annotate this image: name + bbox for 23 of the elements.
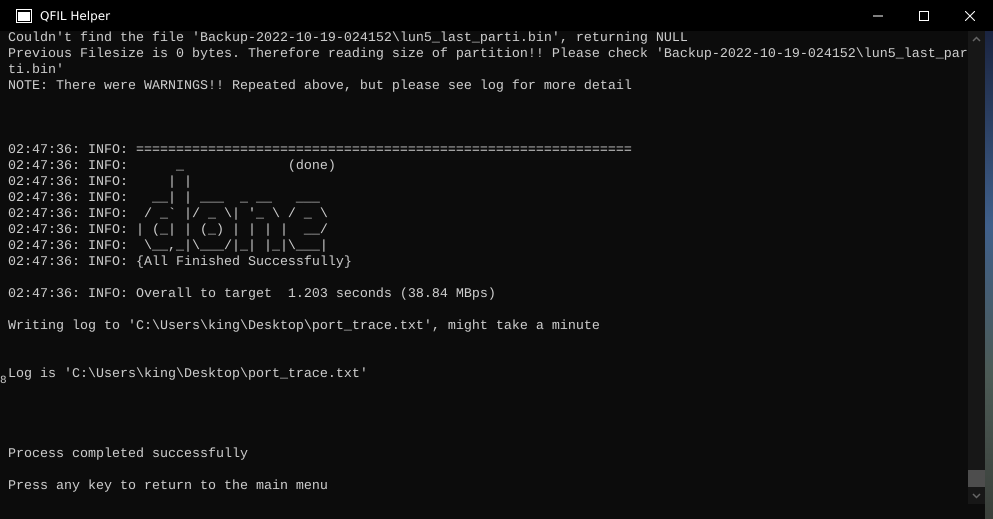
console-line: 02:47:36: INFO: | (_| | (_) | | | | __/: [8, 223, 328, 238]
maximize-icon: [919, 10, 929, 20]
console-line: 02:47:36: INFO: __| | ___ _ __ ___: [8, 191, 320, 206]
console-line: 02:47:36: INFO: Overall to target 1.203 seconds (38.84 MBps): [8, 287, 496, 302]
scrollbar[interactable]: [968, 31, 985, 504]
scrollbar-thumb[interactable]: [968, 470, 985, 487]
close-icon: [965, 10, 975, 20]
console-line: 02:47:36: INFO: / _` |/ _ \| '_ \ / _ \: [8, 207, 328, 222]
console-line: 02:47:36: INFO: \__,_|\___/|_| |_|\___|: [8, 239, 328, 254]
window-title: QFIL Helper: [40, 8, 112, 22]
console-line: Press any key to return to the main menu: [8, 479, 328, 494]
stray-character: 8: [0, 375, 7, 387]
console-line: Log is 'C:\Users\king\Desktop\port_trace.txt': [8, 367, 368, 382]
console-line: 02:47:36: INFO: {All Finished Successfully}: [8, 255, 352, 270]
console-line: Couldn't find the file 'Backup-2022-10-19-024152\lun5_last_parti.bin', returning NULL: [8, 31, 688, 46]
console-line: Previous Filesize is 0 bytes. Therefore reading size of partition!! Please check 'Backup-2022-10-19-024152\lun5_last_parti.bin': [8, 47, 968, 78]
console-line: 02:47:36: INFO: | |: [8, 175, 192, 190]
console-line: Process completed successfully: [8, 447, 248, 462]
console-line: 02:47:36: INFO: _ (done): [8, 159, 336, 174]
console-line: 02:47:36: INFO: ==============================================================: [8, 143, 632, 158]
console-line: NOTE: There were WARNINGS!! Repeated above, but please see log for more detail: [8, 79, 632, 94]
console-window-icon: [16, 8, 32, 22]
console-line: Writing log to 'C:\Users\king\Desktop\port_trace.txt', might take a minute: [8, 319, 600, 334]
